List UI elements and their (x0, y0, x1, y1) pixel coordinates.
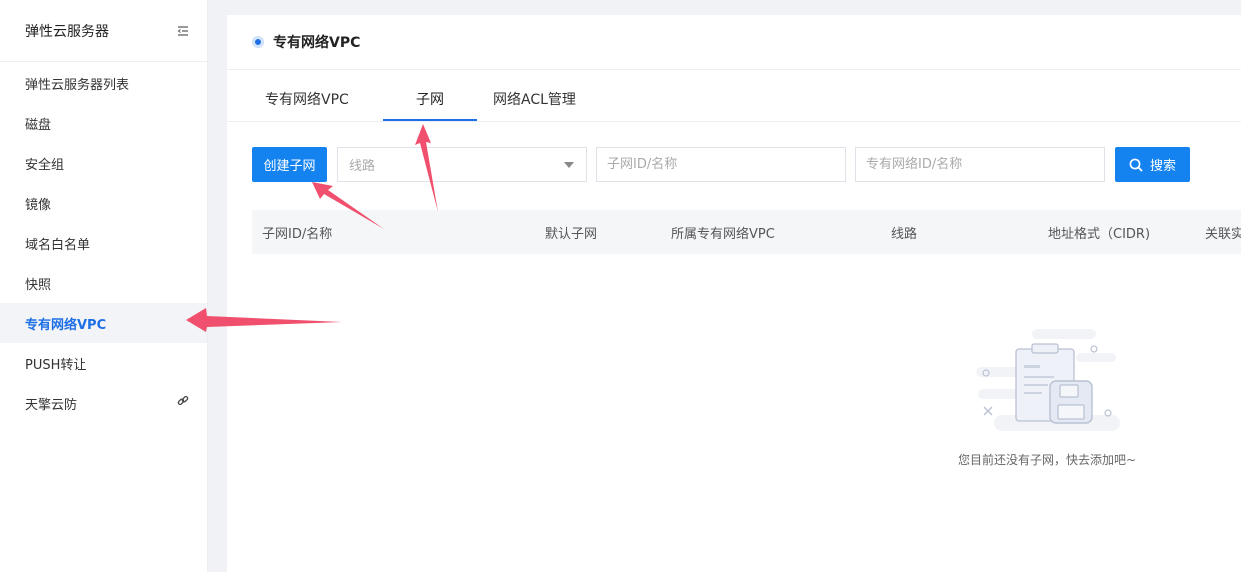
column-header-vpc: 所属专有网络VPC (671, 226, 775, 242)
column-header-cidr: 地址格式（CIDR) (1048, 226, 1151, 242)
sidebar-item-push-transfer[interactable]: PUSH转让 (0, 343, 207, 383)
main-panel: 专有网络VPC 专有网络VPC 子网 网络ACL管理 创建子网 线路 搜索 子网… (227, 15, 1241, 572)
page-header: 专有网络VPC (227, 15, 1241, 70)
sidebar-item-label: 镜像 (25, 197, 52, 213)
title-dot-icon (253, 37, 263, 47)
sidebar-item-label: 磁盘 (25, 117, 52, 133)
sidebar-item-disk[interactable]: 磁盘 (0, 103, 207, 143)
search-button-label: 搜索 (1149, 159, 1176, 174)
sidebar-item-ecs-list[interactable]: 弹性云服务器列表 (0, 63, 207, 103)
column-header-associated: 关联实 (1205, 226, 1241, 242)
sidebar-item-label: PUSH转让 (25, 357, 87, 373)
sidebar-item-label: 安全组 (25, 157, 65, 173)
page-title: 专有网络VPC (273, 35, 361, 51)
sidebar-item-vpc[interactable]: 专有网络VPC (0, 303, 207, 343)
sidebar-item-snapshot[interactable]: 快照 (0, 263, 207, 303)
empty-state: 您目前还没有子网，快去添加吧~ (947, 327, 1147, 468)
sidebar: 弹性云服务器 弹性云服务器列表 磁盘 安全组 镜像 域名白名单 快照 专有网络V… (0, 0, 208, 572)
tab-bar: 专有网络VPC 子网 网络ACL管理 (227, 70, 1241, 122)
empty-clipboard-icon (976, 329, 1120, 431)
sidebar-item-tianqing[interactable]: 天擎云防 (0, 383, 207, 423)
collapse-menu-icon[interactable] (177, 25, 189, 37)
tab-network-acl[interactable]: 网络ACL管理 (477, 85, 586, 121)
sidebar-item-label: 专有网络VPC (25, 317, 107, 333)
tab-vpc[interactable]: 专有网络VPC (255, 85, 383, 121)
column-header-line: 线路 (891, 226, 918, 242)
sidebar-header: 弹性云服务器 (0, 0, 207, 62)
vpc-search-input[interactable] (855, 147, 1105, 182)
sidebar-item-label: 域名白名单 (25, 237, 91, 253)
subnet-search-input[interactable] (596, 147, 846, 182)
table-header: 子网ID/名称 默认子网 所属专有网络VPC 线路 地址格式（CIDR) 关联实 (252, 210, 1241, 254)
search-button[interactable]: 搜索 (1115, 147, 1190, 182)
sidebar-item-image[interactable]: 镜像 (0, 183, 207, 223)
line-select-placeholder: 线路 (349, 159, 376, 174)
search-icon (1129, 158, 1143, 172)
sidebar-title: 弹性云服务器 (25, 23, 109, 40)
sidebar-item-security-group[interactable]: 安全组 (0, 143, 207, 183)
column-header-default-subnet: 默认子网 (545, 226, 598, 242)
toolbar: 创建子网 线路 搜索 (252, 147, 1190, 182)
chevron-down-icon (564, 161, 574, 168)
link-icon (177, 395, 189, 411)
column-header-subnet: 子网ID/名称 (262, 226, 333, 242)
sidebar-item-label: 快照 (25, 277, 52, 293)
create-subnet-button[interactable]: 创建子网 (252, 147, 327, 182)
empty-state-message: 您目前还没有子网，快去添加吧~ (957, 453, 1137, 467)
sidebar-item-domain-whitelist[interactable]: 域名白名单 (0, 223, 207, 263)
tab-subnet[interactable]: 子网 (383, 85, 477, 121)
sidebar-item-label: 弹性云服务器列表 (25, 77, 130, 93)
sidebar-nav: 弹性云服务器列表 磁盘 安全组 镜像 域名白名单 快照 专有网络VPC PUSH… (0, 62, 207, 423)
line-select[interactable]: 线路 (337, 147, 587, 182)
sidebar-item-label: 天擎云防 (25, 397, 78, 413)
